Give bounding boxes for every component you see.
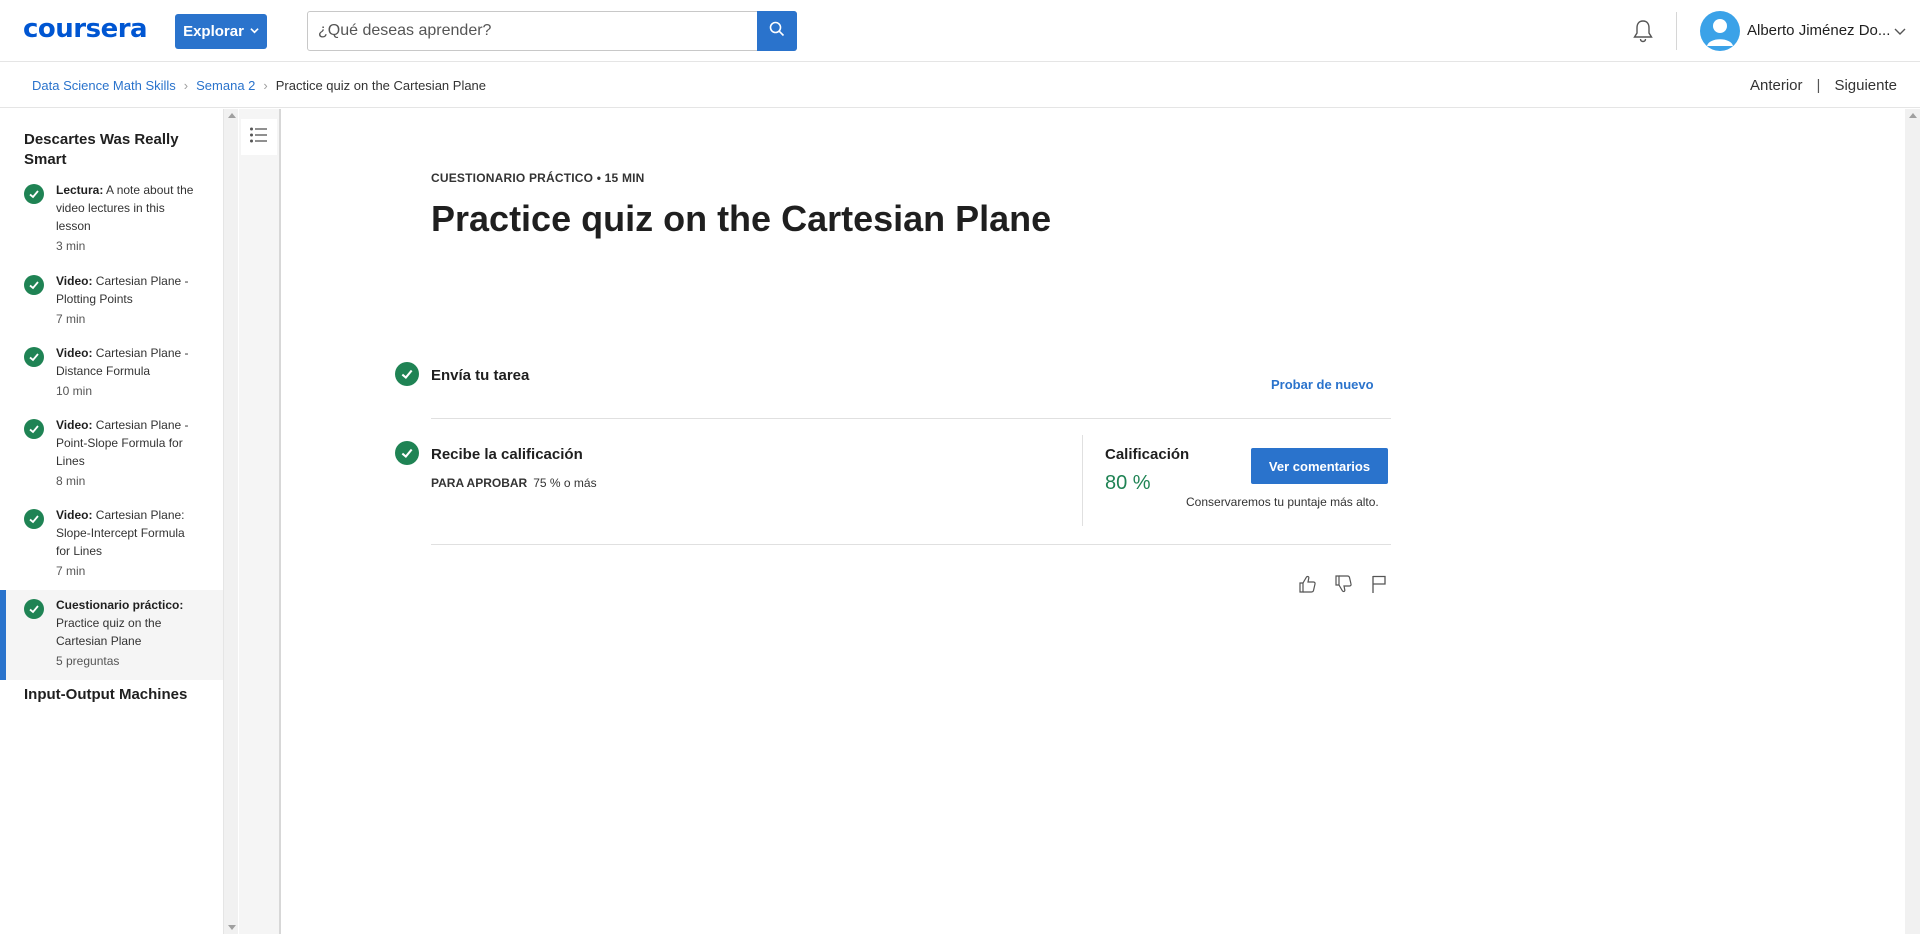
prev-next-nav: Anterior | Siguiente (1750, 77, 1897, 94)
bell-icon[interactable] (1630, 18, 1656, 44)
next-link[interactable]: Siguiente (1834, 77, 1897, 94)
breadcrumb-bar: Data Science Math Skills › Semana 2 › Pr… (0, 63, 1920, 108)
search-icon (769, 21, 785, 42)
item-duration: 7 min (56, 564, 86, 578)
check-icon (24, 184, 44, 204)
chevron-down-icon (250, 26, 259, 38)
sidebar-item-text: Video: Cartesian Plane - Point-Slope For… (56, 416, 201, 490)
scroll-up-icon[interactable] (228, 113, 236, 118)
check-icon (395, 441, 419, 465)
sidebar-item-video[interactable]: Video: Cartesian Plane: Slope-Intercept … (0, 506, 223, 578)
check-icon (24, 509, 44, 529)
breadcrumb-current: Practice quiz on the Cartesian Plane (275, 78, 487, 93)
quiz-kicker: CUESTIONARIO PRÁCTICO • 15 MIN (431, 171, 645, 185)
check-icon (24, 419, 44, 439)
user-name[interactable]: Alberto Jiménez Do... (1747, 22, 1890, 39)
breadcrumb-week[interactable]: Semana 2 (196, 78, 255, 93)
coursera-logo[interactable]: coursera (23, 14, 148, 44)
chevron-right-icon: › (263, 78, 268, 93)
view-feedback-button[interactable]: Ver comentarios (1251, 448, 1388, 484)
header-divider (1676, 12, 1677, 50)
flag-icon[interactable] (1367, 572, 1391, 596)
sidebar-scrollbar[interactable] (223, 109, 238, 934)
keep-highest-note: Conservaremos tu puntaje más alto. (1186, 495, 1379, 509)
sidebar-item-video[interactable]: Video: Cartesian Plane - Plotting Points… (0, 272, 223, 327)
check-icon (395, 362, 419, 386)
top-header: coursera Explorar Alberto Jiménez Do... (0, 0, 1920, 62)
page-scrollbar[interactable] (1905, 109, 1920, 934)
course-sidebar: Descartes Was Really Smart Lectura: A no… (0, 109, 223, 934)
passing-requirement: PARA APROBAR 75 % o más (431, 476, 597, 490)
step-submit-title: Envía tu tarea (431, 367, 530, 384)
sidebar-item-quiz[interactable]: Cuestionario práctico: Practice quiz on … (0, 590, 223, 680)
avatar[interactable] (1700, 11, 1740, 51)
sidebar-item-text: Video: Cartesian Plane: Slope-Intercept … (56, 506, 201, 580)
divider (431, 544, 1391, 545)
explore-label: Explorar (183, 23, 244, 40)
check-icon (24, 347, 44, 367)
explore-button[interactable]: Explorar (175, 14, 267, 49)
step-grade-title: Recibe la calificación (431, 446, 583, 463)
chevron-right-icon: › (183, 78, 189, 93)
item-type: Video: (56, 418, 93, 432)
module-title[interactable]: Input-Output Machines (24, 685, 223, 705)
check-icon (24, 599, 44, 619)
item-duration: 10 min (56, 384, 93, 398)
item-type: Video: (56, 508, 93, 522)
list-icon (249, 126, 269, 149)
item-duration: 7 min (56, 312, 86, 326)
nav-separator: | (1816, 77, 1821, 94)
grade-value: 80 % (1105, 472, 1151, 494)
item-type: Cuestionario práctico: (56, 598, 184, 612)
search-box (307, 11, 797, 51)
scroll-up-icon[interactable] (1909, 113, 1917, 118)
grade-label: Calificación (1105, 446, 1190, 463)
scroll-down-icon[interactable] (228, 925, 236, 930)
breadcrumb-course[interactable]: Data Science Math Skills (32, 78, 176, 93)
item-duration: 3 min (56, 239, 86, 253)
item-type: Video: (56, 274, 93, 288)
vertical-divider (1082, 435, 1083, 526)
pass-value: 75 % o más (533, 476, 597, 490)
item-type: Video: (56, 346, 93, 360)
pass-label: PARA APROBAR (431, 476, 528, 490)
sidebar-item-video[interactable]: Video: Cartesian Plane - Point-Slope For… (0, 416, 223, 488)
thumbs-down-icon[interactable] (1331, 572, 1355, 596)
sidebar-item-video[interactable]: Video: Cartesian Plane - Distance Formul… (0, 344, 223, 399)
thumbs-up-icon[interactable] (1295, 572, 1319, 596)
page-title: Practice quiz on the Cartesian Plane (431, 198, 1052, 239)
sidebar-item-text: Video: Cartesian Plane - Distance Formul… (56, 344, 201, 400)
item-title: Practice quiz on the Cartesian Plane (56, 616, 162, 648)
breadcrumb: Data Science Math Skills › Semana 2 › Pr… (32, 78, 486, 93)
module-title[interactable]: Descartes Was Really Smart (24, 130, 204, 170)
sidebar-item-reading[interactable]: Lectura: A note about the video lectures… (0, 181, 223, 253)
toc-rail (239, 109, 281, 934)
search-button[interactable] (757, 11, 797, 51)
check-icon (24, 275, 44, 295)
item-type: Lectura: (56, 183, 104, 197)
sidebar-item-text: Video: Cartesian Plane - Plotting Points… (56, 272, 201, 328)
search-input[interactable] (308, 12, 757, 50)
divider (431, 418, 1391, 419)
chevron-down-icon[interactable] (1893, 24, 1907, 38)
sidebar-item-text: Lectura: A note about the video lectures… (56, 181, 201, 255)
previous-link[interactable]: Anterior (1750, 77, 1803, 94)
item-question-count: 5 preguntas (56, 654, 120, 668)
retry-link[interactable]: Probar de nuevo (1271, 377, 1374, 392)
feedback-icons (1295, 572, 1391, 596)
toc-toggle-button[interactable] (241, 119, 277, 155)
sidebar-item-text: Cuestionario práctico: Practice quiz on … (56, 596, 201, 670)
item-duration: 8 min (56, 474, 86, 488)
